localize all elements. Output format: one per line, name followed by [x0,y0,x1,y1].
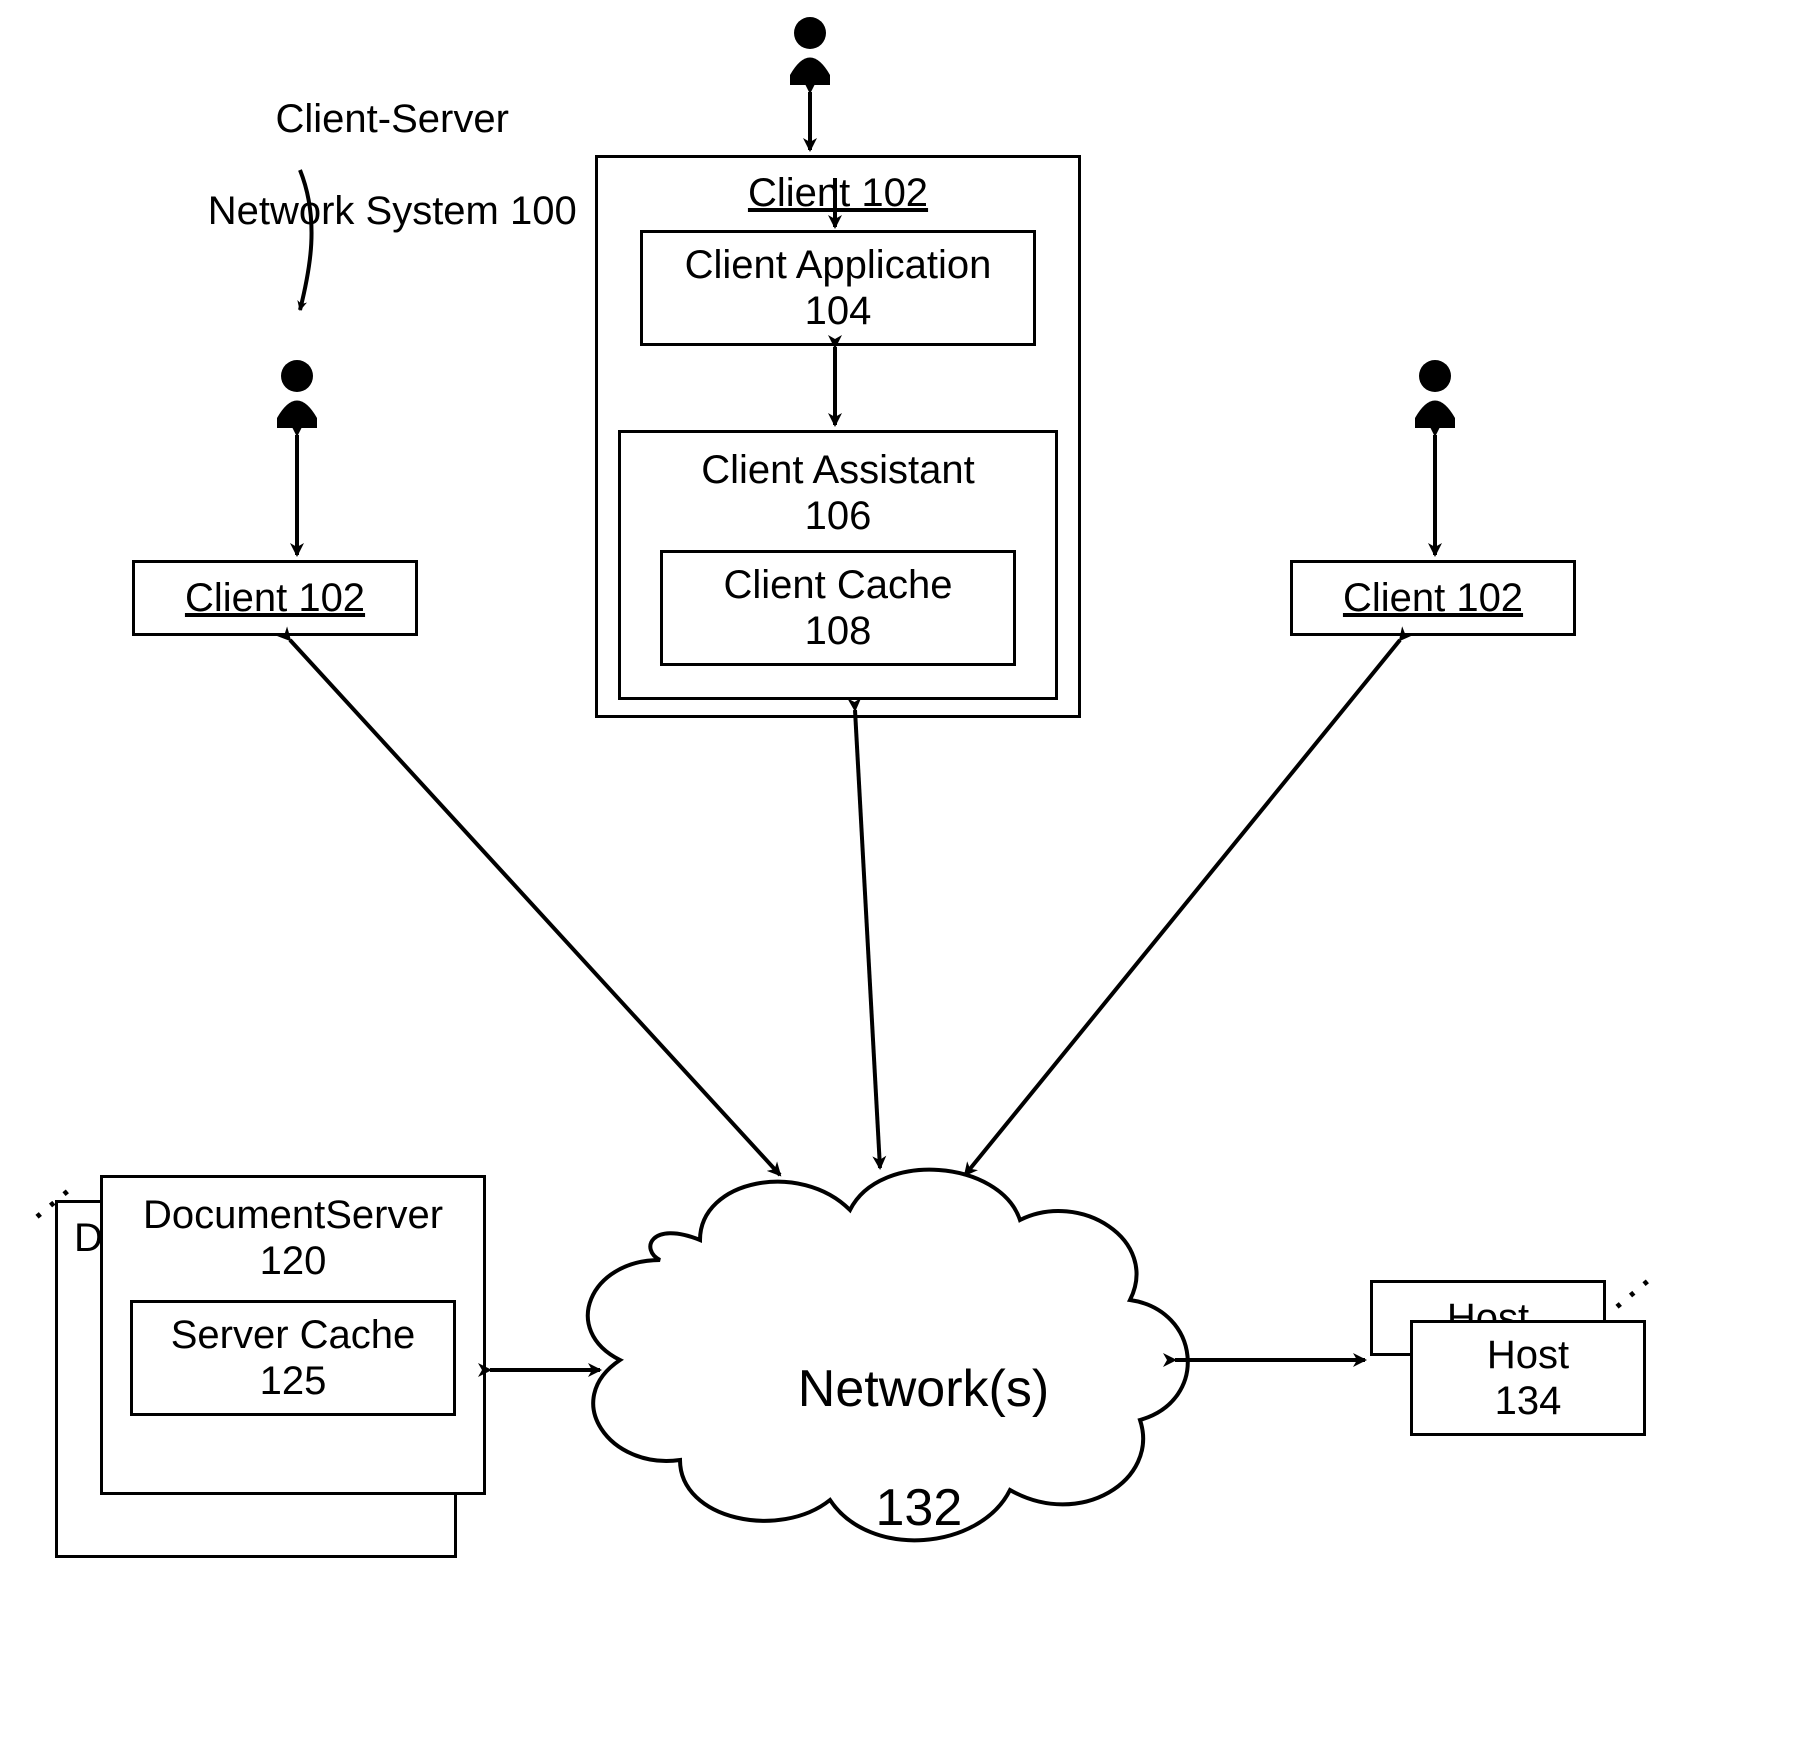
user-icon-right [1415,360,1455,428]
client-mid-title: Client 102 [748,170,928,216]
host-front-label: Host [1487,1332,1569,1378]
client-left-label: Client 102 [185,575,365,621]
client-assistant-num: 106 [805,493,872,539]
client-left-box: Client 102 [132,560,418,636]
network-label-line1: Network(s) [798,1360,1049,1418]
diagram-title: Client-Server Network System 100 [160,50,580,280]
host-front-box: Host 134 [1410,1320,1646,1436]
client-right-box: Client 102 [1290,560,1576,636]
doc-server-num: 120 [260,1238,327,1284]
user-icon [790,17,830,85]
doc-server-label: DocumentServer [143,1192,443,1238]
client-application-num: 104 [805,288,872,334]
server-cache-label: Server Cache [171,1312,416,1358]
network-label: Network(s) 132 [740,1300,1040,1599]
client-application-box: Client Application 104 [640,230,1036,346]
diagram-title-line2: Network System 100 [208,189,577,233]
client-application-label: Client Application [685,242,992,288]
client-cache-box: Client Cache 108 [660,550,1016,666]
client-right-label: Client 102 [1343,575,1523,621]
client-cache-label: Client Cache [723,562,952,608]
client-cache-num: 108 [805,608,872,654]
server-cache-box: Server Cache 125 [130,1300,456,1416]
user-icon-left [277,360,317,428]
diagram-title-line1: Client-Server [276,97,509,141]
client-assistant-label: Client Assistant [701,447,974,493]
host-front-num: 134 [1495,1378,1562,1424]
network-label-line2: 132 [876,1479,963,1537]
doc-server-back-label: D [74,1215,103,1261]
server-cache-num: 125 [260,1358,327,1404]
